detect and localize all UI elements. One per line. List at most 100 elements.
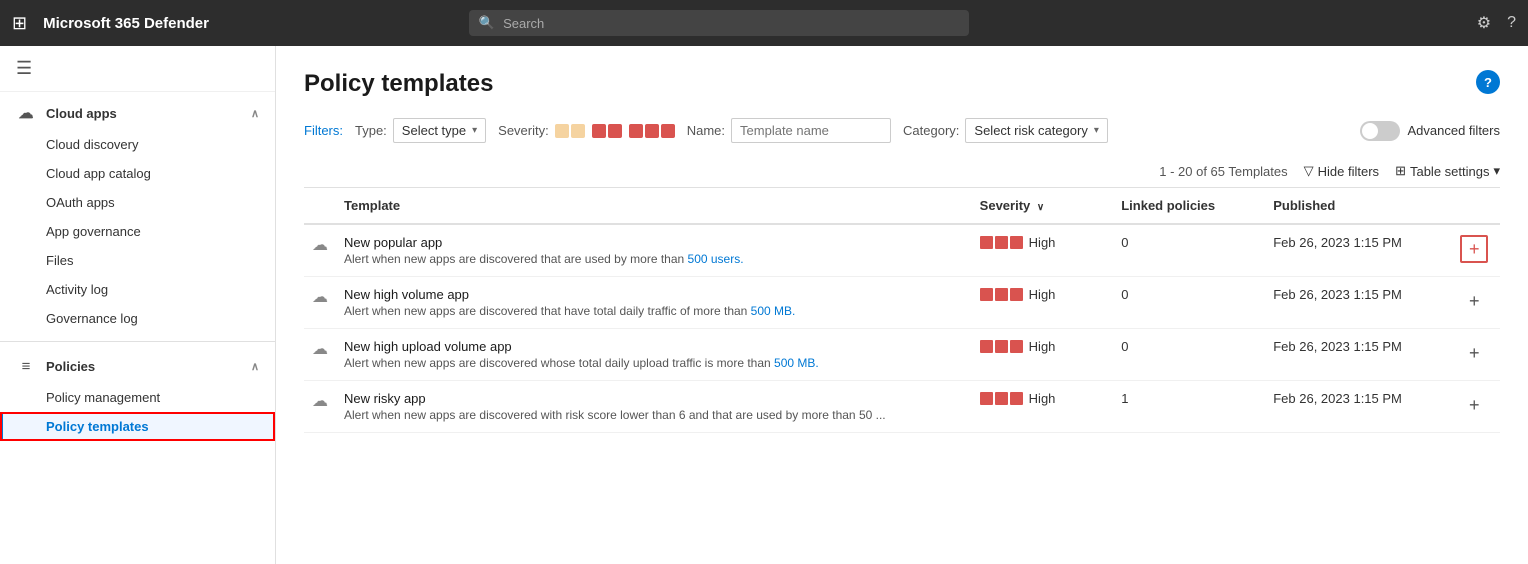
row-linked-cell: 1	[1113, 381, 1265, 433]
category-select[interactable]: Select risk category ▾	[965, 118, 1107, 143]
row-template-name: New popular app	[344, 235, 964, 250]
template-cloud-icon: ☁	[312, 289, 328, 306]
sidebar-item-oauth-apps[interactable]: OAuth apps	[0, 188, 275, 217]
sev-high-2	[645, 124, 659, 138]
row-template-desc: Alert when new apps are discovered with …	[344, 408, 964, 422]
severity-low[interactable]	[555, 124, 585, 138]
name-input[interactable]	[731, 118, 891, 143]
severity-boxes	[555, 124, 675, 138]
add-template-button[interactable]: +	[1460, 339, 1488, 367]
sidebar-top: ☰	[0, 46, 275, 92]
col-published-header: Published	[1265, 188, 1452, 224]
row-linked-cell: 0	[1113, 224, 1265, 277]
row-action-cell: +	[1452, 329, 1500, 381]
table-settings-button[interactable]: ⊞ Table settings ▾	[1395, 163, 1500, 179]
sev-sq-3	[1010, 392, 1023, 405]
severity-medium[interactable]	[592, 124, 622, 138]
row-icon-cell: ☁	[304, 381, 336, 433]
add-template-button[interactable]: +	[1460, 391, 1488, 419]
add-template-button[interactable]: +	[1460, 235, 1488, 263]
sidebar-item-cloud-discovery[interactable]: Cloud discovery	[0, 130, 275, 159]
sev-sq-3	[1010, 340, 1023, 353]
layout: ☰ ☁ Cloud apps ∧ Cloud discovery Cloud a…	[0, 46, 1528, 564]
settings-icon[interactable]: ⚙	[1477, 13, 1491, 33]
severity-label: Severity:	[498, 123, 549, 138]
sidebar-item-files[interactable]: Files	[0, 246, 275, 275]
severity-indicator: High	[980, 391, 1106, 406]
severity-label: High	[1029, 339, 1056, 354]
row-published-cell: Feb 26, 2023 1:15 PM	[1265, 277, 1452, 329]
desc-link[interactable]: 500 users.	[688, 252, 744, 266]
cloud-icon: ☁	[16, 104, 36, 122]
severity-icons	[980, 392, 1023, 405]
desc-link[interactable]: 500 MB.	[774, 356, 819, 370]
category-value: Select risk category	[974, 123, 1087, 138]
sidebar-item-governance-log[interactable]: Governance log	[0, 304, 275, 333]
sidebar-section-policies: ≡ Policies ∧ Policy management Policy te…	[0, 346, 275, 445]
row-icon-cell: ☁	[304, 277, 336, 329]
row-template-cell: New high volume appAlert when new apps a…	[336, 277, 972, 329]
sev-sq-2	[995, 236, 1008, 249]
sidebar-item-policies[interactable]: ≡ Policies ∧	[0, 350, 275, 383]
search-bar[interactable]: 🔍	[469, 10, 969, 36]
filters-row: Filters: Type: Select type ▾ Severity:	[304, 118, 1500, 143]
search-input[interactable]	[503, 16, 959, 31]
severity-sort-icon: ∨	[1037, 202, 1044, 213]
severity-filter: Severity:	[498, 123, 675, 138]
sidebar-item-activity-log[interactable]: Activity log	[0, 275, 275, 304]
topbar-icons: ⚙ ?	[1477, 13, 1516, 33]
add-template-button[interactable]: +	[1460, 287, 1488, 315]
type-value: Select type	[402, 123, 466, 138]
table-info-row: 1 - 20 of 65 Templates ▽ Hide filters ⊞ …	[304, 155, 1500, 188]
sidebar-item-cloud-apps[interactable]: ☁ Cloud apps ∧	[0, 96, 275, 130]
sev-sq-2	[995, 392, 1008, 405]
advanced-filters-switch[interactable]	[1360, 121, 1400, 141]
type-label: Type:	[355, 123, 387, 138]
type-select[interactable]: Select type ▾	[393, 118, 486, 143]
search-icon: 🔍	[479, 15, 495, 31]
hamburger-icon[interactable]: ☰	[16, 58, 32, 78]
severity-high[interactable]	[629, 124, 675, 138]
chevron-up-icon-2: ∧	[251, 360, 259, 373]
row-action-cell: +	[1452, 224, 1500, 277]
page-title: Policy templates	[304, 70, 493, 98]
col-linked-header: Linked policies	[1113, 188, 1265, 224]
desc-link[interactable]: 500 MB.	[751, 304, 796, 318]
sev-sq-1	[980, 340, 993, 353]
divider	[0, 341, 275, 342]
sev-med-1	[592, 124, 606, 138]
col-action-header	[1452, 188, 1500, 224]
sidebar-section-cloud-apps: ☁ Cloud apps ∧ Cloud discovery Cloud app…	[0, 92, 275, 337]
sidebar-item-policy-templates[interactable]: Policy templates	[0, 412, 275, 441]
template-cloud-icon: ☁	[312, 237, 328, 254]
help-circle-icon[interactable]: ?	[1476, 70, 1500, 94]
row-template-name: New risky app	[344, 391, 964, 406]
severity-icons	[980, 236, 1023, 249]
sev-low-1	[555, 124, 569, 138]
sidebar-item-app-governance[interactable]: App governance	[0, 217, 275, 246]
severity-label: High	[1029, 235, 1056, 250]
category-label: Category:	[903, 123, 959, 138]
table-row: ☁New popular appAlert when new apps are …	[304, 224, 1500, 277]
sidebar-item-policy-management[interactable]: Policy management	[0, 383, 275, 412]
col-severity-header[interactable]: Severity ∨	[972, 188, 1114, 224]
sev-sq-1	[980, 236, 993, 249]
sev-low-2	[571, 124, 585, 138]
row-severity-cell: High	[972, 277, 1114, 329]
advanced-filters-toggle[interactable]: Advanced filters	[1360, 121, 1501, 141]
row-published-cell: Feb 26, 2023 1:15 PM	[1265, 224, 1452, 277]
row-template-desc: Alert when new apps are discovered whose…	[344, 356, 964, 370]
sev-med-2	[608, 124, 622, 138]
table-row: ☁ New high volume appAlert when new apps …	[304, 277, 1500, 329]
sidebar-item-cloud-app-catalog[interactable]: Cloud app catalog	[0, 159, 275, 188]
hide-filters-button[interactable]: ▽ Hide filters	[1304, 163, 1379, 179]
chevron-up-icon: ∧	[251, 107, 259, 120]
row-linked-cell: 0	[1113, 329, 1265, 381]
table-row: ☁ New risky app Alert when new apps are di…	[304, 381, 1500, 433]
severity-icons	[980, 340, 1023, 353]
sev-high-1	[629, 124, 643, 138]
grid-icon[interactable]: ⊞	[12, 13, 27, 34]
help-icon[interactable]: ?	[1507, 14, 1516, 32]
policies-icon: ≡	[16, 358, 36, 375]
row-severity-cell: High	[972, 224, 1114, 277]
